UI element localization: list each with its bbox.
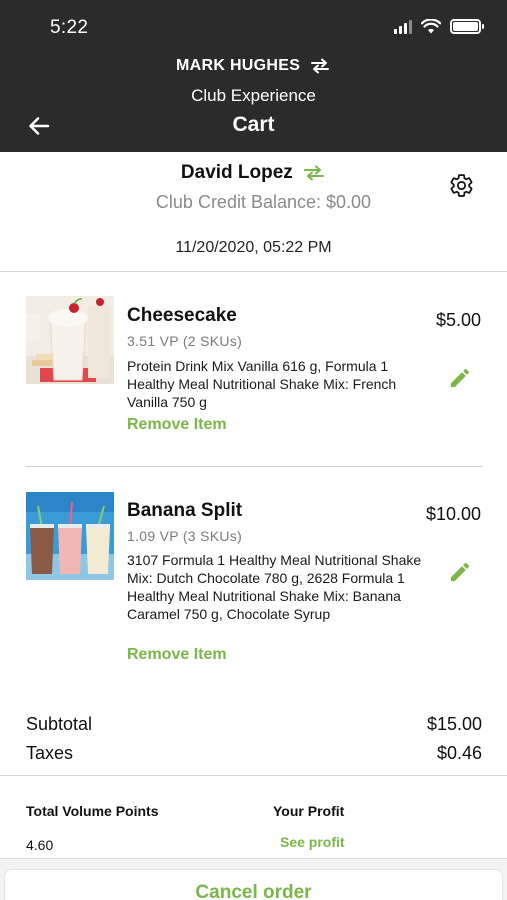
item-volume-points: 1.09 VP (3 SKUs): [127, 528, 243, 544]
top-bar: 5:22 MARK HUGHES Club Experience Cart: [0, 0, 507, 152]
subtotal-value: $15.00: [426, 714, 482, 734]
total-volume-points-value: 4.60: [26, 837, 54, 853]
item-price: $5.00: [435, 310, 481, 330]
gear-icon[interactable]: [449, 173, 474, 198]
taxes-label: Taxes: [26, 743, 74, 763]
item-divider: [26, 466, 482, 467]
status-time: 5:22: [50, 17, 89, 38]
footer: Cancel order: [0, 859, 507, 900]
remove-item-button[interactable]: Remove Item: [127, 416, 227, 434]
edit-pencil-icon[interactable]: [448, 560, 472, 584]
order-datetime: 11/20/2020, 05:22 PM: [175, 239, 332, 256]
cancel-order-button[interactable]: Cancel order: [4, 869, 503, 900]
customer-name-row[interactable]: David Lopez: [0, 162, 507, 184]
distributor-row[interactable]: MARK HUGHES: [0, 57, 507, 75]
wifi-icon: [421, 19, 441, 34]
item-volume-points: 3.51 VP (2 SKUs): [127, 333, 243, 349]
customer-panel: David Lopez Club Credit Balance: $0.00 1…: [0, 152, 507, 272]
total-volume-points-label: Total Volume Points: [26, 803, 159, 819]
remove-item-button[interactable]: Remove Item: [127, 646, 227, 664]
order-summary: Total Volume Points 4.60 Your Profit See…: [0, 775, 507, 859]
battery-icon: [450, 19, 484, 34]
swap-icon[interactable]: [302, 165, 326, 181]
taxes-value: $0.46: [436, 743, 482, 763]
signal-icon: [394, 19, 412, 34]
item-description: 3107 Formula 1 Healthy Meal Nutritional …: [127, 552, 422, 622]
your-profit-label: Your Profit: [273, 803, 345, 819]
item-price: $10.00: [425, 504, 481, 524]
subtotal-label: Subtotal: [26, 714, 93, 734]
item-name: Banana Split: [127, 500, 243, 521]
distributor-name: MARK HUGHES: [176, 57, 301, 74]
status-icons: [394, 19, 484, 34]
item-description: Protein Drink Mix Vanilla 616 g, Formula…: [127, 358, 397, 410]
customer-name: David Lopez: [180, 162, 293, 183]
banana-split-shakes-photo: [26, 492, 114, 580]
taxes-row: Taxes $0.46: [26, 743, 482, 764]
club-credit-balance: Club Credit Balance: $0.00: [155, 192, 372, 212]
subtotal-row: Subtotal $15.00: [26, 714, 482, 735]
page-title: Cart: [232, 113, 275, 136]
see-profit-link[interactable]: See profit: [280, 834, 345, 850]
item-name: Cheesecake: [127, 305, 237, 326]
edit-pencil-icon[interactable]: [448, 366, 472, 390]
cheesecake-shake-photo: [26, 296, 114, 384]
header-subtitle: Club Experience: [191, 86, 316, 105]
swap-icon[interactable]: [309, 58, 331, 74]
